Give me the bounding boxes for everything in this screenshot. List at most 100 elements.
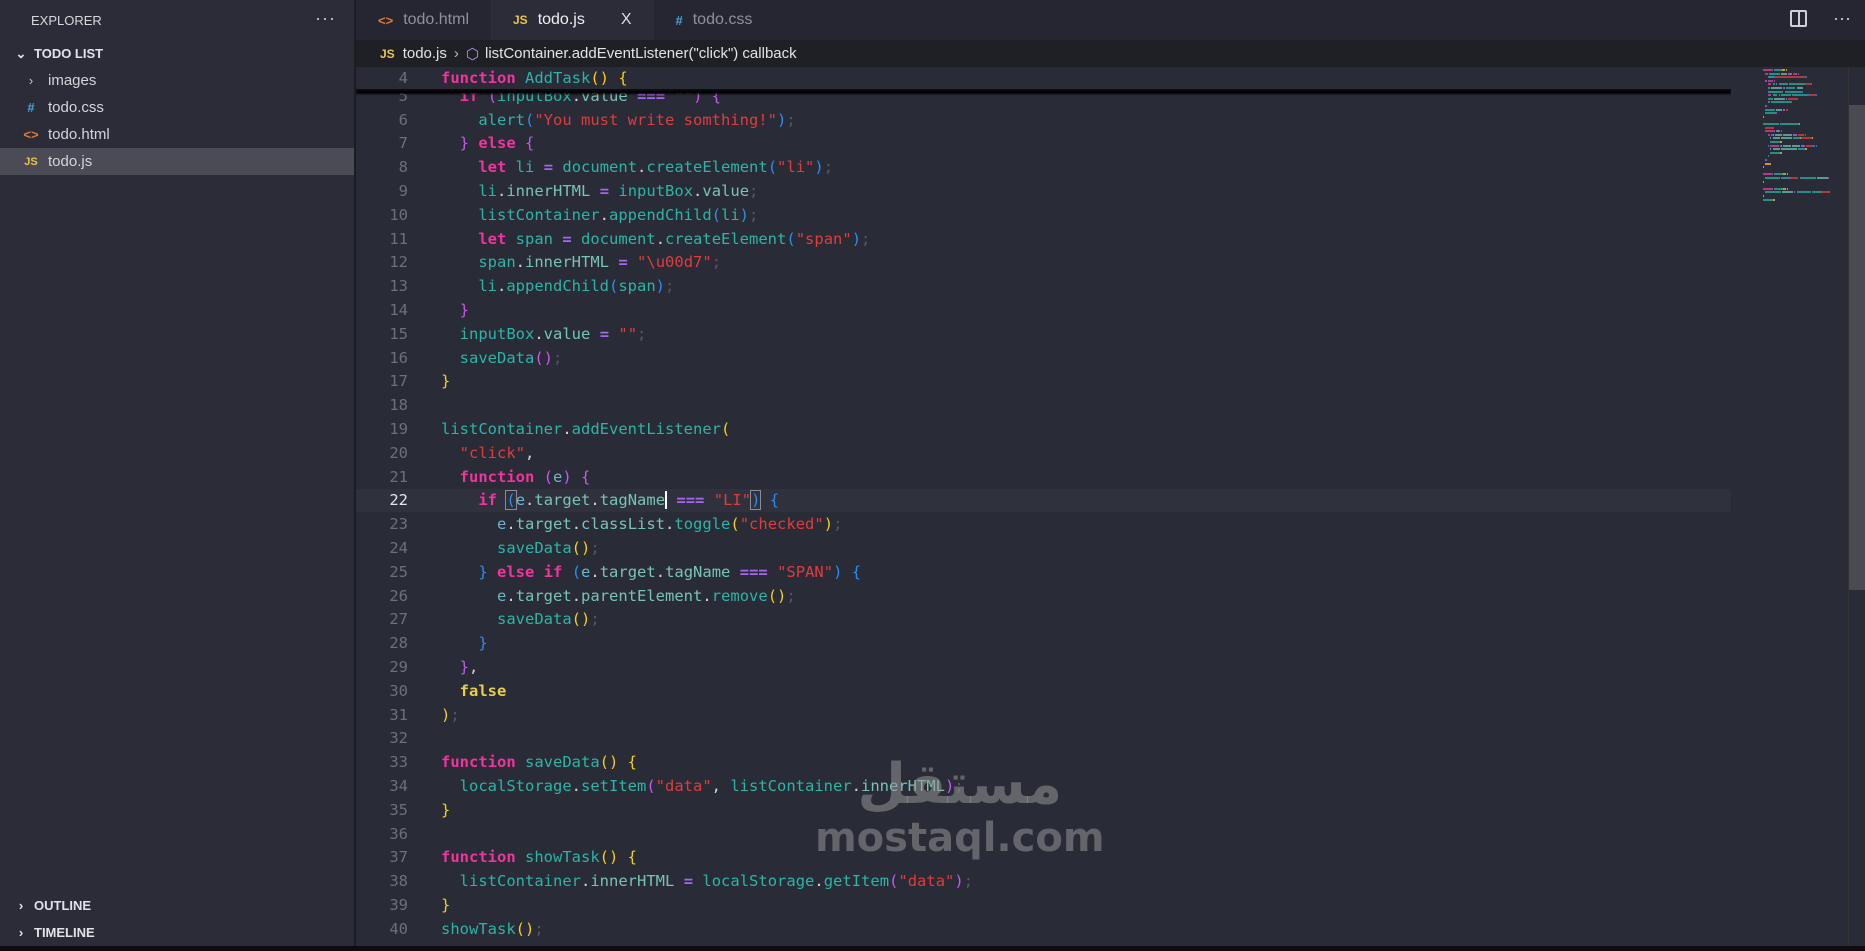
line-number: 25 [389, 562, 408, 581]
code-line[interactable]: 18 [356, 393, 1731, 417]
code-line[interactable]: 36 [356, 822, 1731, 846]
line-code: if (e.target.tagName === "LI") { [441, 490, 779, 511]
line-code: listContainer.innerHTML = localStorage.g… [441, 872, 973, 890]
code-line[interactable]: 23 e.target.classList.toggle("checked"); [356, 512, 1731, 536]
minimap-line [1791, 144, 1801, 147]
code-token: ( [609, 277, 619, 296]
code-line[interactable]: 33 function saveData() { [356, 750, 1731, 774]
code-line[interactable]: 27 saveData(); [356, 608, 1731, 632]
code-line[interactable]: 31); [356, 703, 1731, 727]
code-token: toggle [674, 515, 731, 534]
code-line[interactable]: 12 span.innerHTML = "\u00d7"; [356, 251, 1731, 275]
code-line[interactable]: 38 listContainer.innerHTML = localStorag… [356, 869, 1731, 893]
breadcrumb-file[interactable]: todo.js [403, 45, 447, 62]
code-line[interactable]: 9 li.innerHTML = inputBox.value; [356, 179, 1731, 203]
code-token: ) [776, 110, 787, 129]
code-line[interactable]: 20 "click", [356, 441, 1731, 465]
outline-section[interactable]: › OUTLINE [0, 892, 354, 919]
minimap-line [1773, 97, 1785, 100]
code-line[interactable]: 13 li.appendChild(span); [356, 274, 1731, 298]
minimap-line [1781, 144, 1783, 147]
code-line[interactable]: 21 function (e) { [356, 465, 1731, 489]
code-token: () [571, 539, 591, 558]
tree-item-images[interactable]: › images [0, 67, 354, 94]
timeline-section[interactable]: › TIMELINE [0, 919, 354, 946]
code-line[interactable]: 11 let span = document.createElement("sp… [356, 227, 1731, 251]
code-line[interactable]: 24 saveData(); [356, 536, 1731, 560]
project-folder-todo-list[interactable]: ⌄ TODO LIST [0, 40, 354, 67]
code-line[interactable]: 28 } [356, 631, 1731, 655]
code-line[interactable]: 16 saveData(); [356, 346, 1731, 370]
code-token: , [711, 777, 731, 796]
line-code: alert("You must write somthing!"); [441, 110, 795, 129]
code-line[interactable]: 34 localStorage.setItem("data", listCont… [356, 774, 1731, 798]
code-line[interactable]: 4 function AddTask() { [356, 67, 1731, 91]
tree-item-todo-css[interactable]: # todo.css [0, 94, 354, 121]
code-line[interactable]: 30 false [356, 679, 1731, 703]
tree-item-todo-html[interactable]: <> todo.html [0, 121, 354, 148]
code-line[interactable]: 40 showTask(); [356, 917, 1731, 941]
code-line[interactable]: 17} [356, 370, 1731, 394]
scrollbar-thumb[interactable] [1849, 105, 1865, 590]
minimap-line [1796, 87, 1803, 89]
more-actions-icon[interactable]: ··· [1833, 8, 1851, 29]
minimap-line [1765, 130, 1775, 133]
minimap-line [1812, 191, 1821, 194]
html-file-icon: <> [23, 127, 39, 142]
minimap-line [1763, 69, 1773, 71]
tree-item-todo-js[interactable]: JS todo.js [0, 148, 354, 175]
breadcrumb-symbol[interactable]: listContainer.addEventListener("click") … [485, 45, 797, 62]
tab-todo-html[interactable]: <> todo.html [356, 0, 491, 40]
code-line[interactable]: 6 alert("You must write somthing!"); [356, 108, 1731, 132]
code-token: saveData [497, 539, 572, 558]
vertical-scrollbar[interactable] [1848, 67, 1865, 946]
code-line[interactable]: 37 function showTask() { [356, 846, 1731, 870]
code-line[interactable]: 35} [356, 798, 1731, 822]
code-editor[interactable]: 5 if (inputBox.value === "") {6 alert("Y… [356, 67, 1731, 946]
tree-item-label: todo.js [48, 153, 93, 170]
code-line[interactable]: 19 listContainer.addEventListener( [356, 417, 1731, 441]
code-line[interactable]: 29 }, [356, 655, 1731, 679]
line-code: li.innerHTML = inputBox.value; [441, 182, 758, 200]
more-actions-icon[interactable]: ··· [315, 8, 336, 29]
tab-todo-css[interactable]: # todo.css [654, 0, 775, 40]
tab-todo-js[interactable]: JS todo.js X [491, 0, 654, 40]
tree-item-label: todo.html [48, 126, 110, 143]
code-token: ; [534, 919, 544, 938]
code-token: if [478, 491, 497, 510]
line-code: let li = document.createElement("li"); [441, 158, 833, 176]
minimap[interactable] [1731, 67, 1848, 946]
code-token: target [534, 491, 591, 510]
minimap-line [1808, 94, 1816, 97]
code-line[interactable]: 22 if (e.target.tagName === "LI") { [356, 488, 1731, 513]
close-tab-icon[interactable]: X [621, 11, 632, 29]
code-line[interactable]: 32 [356, 727, 1731, 751]
code-line[interactable]: 8 let li = document.createElement("li"); [356, 155, 1731, 179]
minimap-line [1770, 141, 1780, 143]
line-code: showTask(); [441, 920, 544, 938]
code-token: "data" [655, 777, 712, 796]
code-token: ; [590, 610, 600, 629]
code-line[interactable]: 25 } else if (e.target.tagName === "SPAN… [356, 560, 1731, 584]
code-line[interactable]: 10 listContainer.appendChild(li); [356, 203, 1731, 227]
code-token: span [618, 277, 656, 296]
code-token: ; [450, 705, 460, 724]
code-token: function [441, 848, 516, 867]
code-line[interactable]: 26 e.target.parentElement.remove(); [356, 584, 1731, 608]
code-token: ) [954, 872, 964, 891]
line-code: } [441, 301, 469, 319]
minimap-line [1785, 108, 1789, 111]
code-line[interactable]: 7 } else { [356, 132, 1731, 156]
split-editor-icon[interactable] [1790, 10, 1808, 27]
chevron-right-icon: › [18, 925, 24, 940]
explorer-sidebar: EXPLORER ··· ⌄ TODO LIST › images # todo… [0, 0, 355, 946]
line-number: 6 [398, 110, 408, 129]
code-line[interactable]: 14 } [356, 298, 1731, 322]
code-token: , [525, 443, 535, 462]
code-token: let [478, 229, 507, 248]
code-line[interactable]: 39} [356, 893, 1731, 917]
code-line[interactable]: 15 inputBox.value = ""; [356, 322, 1731, 346]
